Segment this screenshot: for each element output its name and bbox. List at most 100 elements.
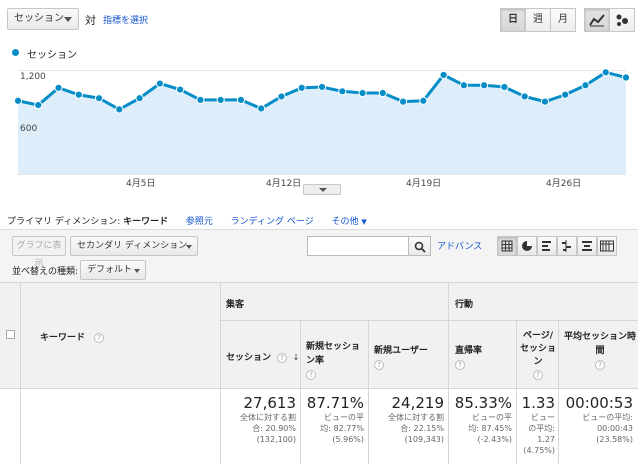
chart-data-point[interactable] [236,95,246,105]
chart-data-point[interactable] [439,70,448,80]
chart-data-point[interactable] [297,83,306,92]
secondary-dimension-select[interactable]: セカンダリ ディメンション [70,236,198,256]
advanced-filter-link[interactable]: アドバンス [437,239,482,252]
chart-resize-handle[interactable] [303,184,341,195]
y-tick-label: 1,200 [20,72,46,82]
total-subtext: (5.96%) [332,435,364,444]
chart-data-point[interactable] [480,81,489,90]
total-subtext: ビュー [531,413,555,422]
plot-rows-button[interactable]: グラフに表示 [12,236,66,269]
view-pivot-button[interactable] [597,236,617,256]
column-header-label: キーワード [40,333,86,343]
divider [20,282,21,464]
select-all-checkbox[interactable] [6,330,15,339]
chart-data-point[interactable] [459,81,468,90]
total-value: 1.33 [521,394,555,412]
help-icon[interactable]: ? [306,369,316,380]
chart-data-point[interactable] [520,92,529,101]
column-header-label: 新規セッション率 [306,342,361,366]
chart-data-point[interactable] [277,92,286,101]
chart-data-point[interactable] [540,97,550,106]
column-header-label: 直帰率 [455,346,483,356]
sort-type-select[interactable]: デフォルト [80,260,146,280]
vs-label: 対 [85,14,96,27]
chart-data-point[interactable] [54,83,63,92]
comparison-icon [562,240,571,252]
chart-data-point[interactable] [216,95,225,105]
group-header-behavior: 行動 [455,300,474,310]
sort-type-value: デフォルト [87,265,133,275]
chart-data-point[interactable] [13,96,23,105]
column-header-sessions[interactable]: セッション ? ↓ [226,350,300,363]
view-comparison-button[interactable] [557,236,577,256]
chart-data-point[interactable] [561,90,570,99]
y-tick-label: 600 [20,124,38,134]
view-table-button[interactable] [497,236,517,256]
table-search-input[interactable] [307,236,409,256]
secondary-dimension-label: セカンダリ ディメンション [77,241,188,251]
term-cloud-icon [582,241,592,251]
chart-data-point[interactable] [155,79,164,88]
motion-chart-toggle[interactable] [609,8,635,32]
column-header-pages-per-session[interactable]: ページ/セッション ? [520,330,556,382]
metric-select[interactable]: セッション [7,8,79,30]
chart-data-point[interactable] [419,96,428,105]
chart-data-point[interactable] [621,73,631,82]
total-subtext: (4.75%) [523,446,555,455]
dimension-link-other[interactable]: その他 [331,217,358,227]
help-icon[interactable]: ? [277,352,288,363]
column-header-new-session-rate[interactable]: 新規セッション率 ? [306,340,366,382]
chart-data-point[interactable] [94,94,104,103]
chart-data-point[interactable] [176,85,185,94]
dimension-link-landing-page[interactable]: ランディング ページ [231,217,314,227]
sort-type-label: 並べ替えの種類: [12,267,79,277]
dimension-link-source[interactable]: 参照元 [186,217,213,227]
chart-data-point[interactable] [257,104,266,113]
total-subtext: (109,343) [404,435,444,444]
total-subtext: 1.27 [537,435,555,444]
chart-data-point[interactable] [196,95,205,105]
chart-data-point[interactable] [601,68,610,77]
help-icon[interactable]: ? [94,332,105,343]
chart-data-point[interactable] [500,82,509,92]
help-icon[interactable]: ? [533,369,543,380]
view-term-cloud-button[interactable] [577,236,597,256]
help-icon[interactable]: ? [455,359,465,370]
chart-data-point[interactable] [378,88,387,98]
column-header-bounce-rate[interactable]: 直帰率 ? [455,344,515,372]
search-button[interactable] [409,236,431,256]
total-subtext: 00:00:43 [597,424,633,433]
view-performance-button[interactable] [537,236,557,256]
chart-data-point[interactable] [115,105,124,114]
view-pie-button[interactable] [517,236,537,256]
help-icon[interactable]: ? [595,359,605,370]
pick-metric-link[interactable]: 指標を選択 [103,13,148,26]
column-header-label: 新規ユーザー [374,346,428,356]
chart-data-point[interactable] [34,100,43,110]
column-header-label: 平均セッション時間 [564,332,637,356]
total-cell-pages-per-session: 1.33 ビュー の平均: 1.27 (4.75%) [518,394,555,456]
period-day-button[interactable]: 日 [500,8,526,32]
chart-data-point[interactable] [398,97,408,106]
chart-data-point[interactable] [317,82,327,92]
column-header-avg-session-duration[interactable]: 平均セッション時間 ? [564,330,636,372]
help-icon[interactable]: ? [374,359,384,370]
column-header-keyword[interactable]: キーワード ? [40,330,105,343]
period-week-button[interactable]: 週 [525,8,551,32]
total-subtext: 全体に対する割 [240,413,296,422]
total-subtext: (23.58%) [596,435,633,444]
chart-data-point[interactable] [135,94,144,103]
chart-data-point[interactable] [581,81,590,90]
sessions-chart [13,68,631,175]
chart-data-point[interactable] [358,88,367,98]
total-subtext: ビューの平均: [582,413,633,422]
total-subtext: ビューの平 [324,413,364,422]
chevron-down-icon: ▼ [361,218,367,226]
group-header-acquisition: 集客 [226,300,245,310]
chart-data-point[interactable] [74,90,83,99]
bubble-chart-icon [616,14,628,26]
period-month-button[interactable]: 月 [550,8,576,32]
column-header-new-users[interactable]: 新規ユーザー ? [374,344,446,372]
chart-data-point[interactable] [338,87,347,96]
line-chart-toggle[interactable] [584,8,610,32]
